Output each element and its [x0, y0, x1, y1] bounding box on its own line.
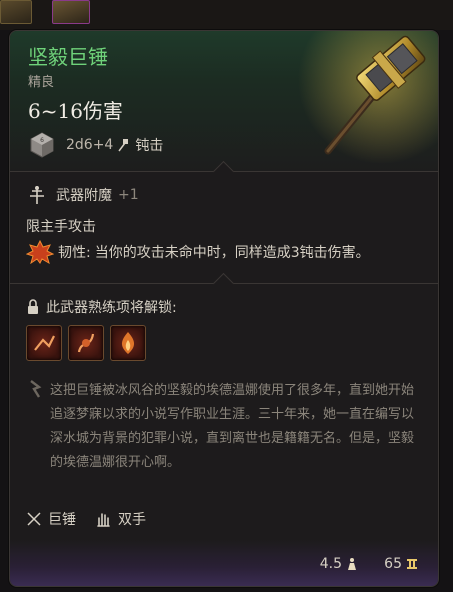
handedness-label: 双手 [118, 512, 146, 528]
handedness-tag[interactable]: 双手 [94, 509, 146, 529]
tooltip-footer: 4.5 65 [10, 540, 438, 586]
proficiency-row: 此武器熟练项将解锁: [26, 297, 177, 317]
inventory-thumbnail[interactable] [0, 0, 32, 24]
damage-type: 钝击 [135, 138, 164, 154]
bludgeoning-icon [118, 139, 129, 152]
lore-text: 这把巨锤被冰风谷的坚毅的埃德温娜使用了很多年，直到她开始追逐梦寐以求的小说写作职… [50, 383, 415, 470]
enchantment-value: +1 [118, 187, 139, 203]
enchantment-label: 武器附魔 [56, 188, 112, 204]
damage-range: 6~16伤害 [28, 99, 123, 123]
main-hand-only: 限主手攻击 [26, 219, 96, 235]
weapon-action-2-icon[interactable] [68, 325, 104, 361]
dice-icon: 6 [30, 132, 54, 158]
item-rarity: 精良 [28, 75, 55, 90]
weapon-action-1-icon[interactable] [26, 325, 62, 361]
enchantment-icon [30, 186, 44, 204]
svg-text:6: 6 [40, 137, 44, 144]
lock-icon [28, 299, 38, 314]
crossed-hammers-icon [27, 512, 41, 526]
weapon-type-label: 巨锤 [48, 512, 76, 528]
unlocked-actions [26, 325, 146, 361]
enchantment-row: 武器附魔 +1 [26, 184, 139, 206]
damage-dice-row: 6 2d6+4 钝击 [28, 129, 163, 161]
weapon-type-tag[interactable]: 巨锤 [26, 509, 76, 529]
item-name: 坚毅巨锤 [28, 45, 108, 69]
trait-name: 韧性: [58, 245, 91, 261]
hand-icon [97, 513, 110, 527]
warhammer-icon [298, 31, 438, 171]
inventory-thumbnail-selected[interactable] [52, 0, 90, 24]
quill-icon [30, 380, 42, 398]
separator-notch [212, 272, 235, 295]
gold-coin-icon [407, 559, 417, 569]
trait-row[interactable]: 韧性: 当你的攻击未命中时，同样造成3钝击伤害。 [26, 240, 370, 264]
dice-formula: 2d6+4 [66, 137, 114, 153]
price-display: 65 [384, 556, 418, 572]
weight-display: 4.5 [320, 556, 358, 572]
tenacity-icon [26, 240, 54, 264]
trait-description: 当你的攻击未命中时，同样造成3钝击伤害。 [94, 245, 370, 261]
price-value: 65 [384, 556, 402, 572]
proficiency-label: 此武器熟练项将解锁: [46, 300, 177, 316]
weight-value: 4.5 [319, 556, 342, 572]
weight-icon [348, 558, 356, 570]
weapon-tags: 巨锤 双手 [26, 509, 164, 529]
item-tooltip: 坚毅巨锤 精良 6~16伤害 6 2d6+4 钝击 武器附魔 +1 限主手攻击 … [9, 30, 439, 587]
weapon-action-3-icon[interactable] [110, 325, 146, 361]
